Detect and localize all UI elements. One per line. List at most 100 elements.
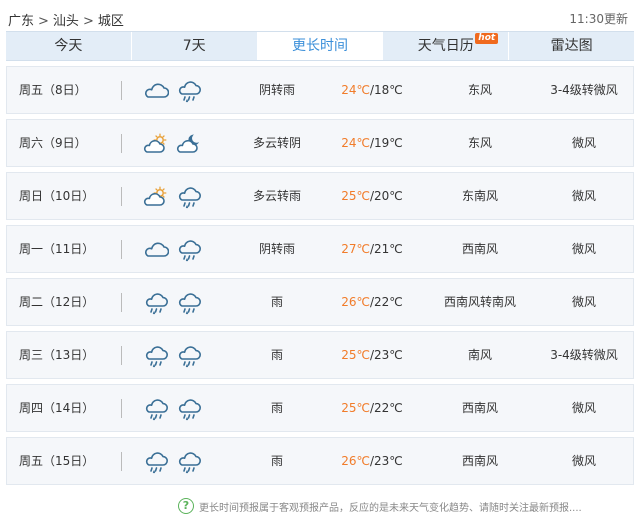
tab-label: 更长时间 [291, 38, 348, 54]
temp-low: 23℃ [374, 348, 403, 362]
wind-level: 微风 [571, 136, 596, 150]
temp-low: 23℃ [374, 454, 403, 468]
weather-icons [143, 396, 209, 422]
tab-0[interactable]: 今天 [6, 32, 132, 60]
wind-level: 3-4级转微风 [550, 83, 618, 97]
temp-low: 18℃ [374, 83, 403, 97]
day-label: 周日（10日） [19, 189, 95, 203]
wind-level: 微风 [571, 454, 596, 468]
day-label: 周五（8日） [19, 83, 87, 97]
tab-label: 今天 [54, 38, 83, 54]
rain-icon [178, 346, 201, 368]
weather-condition: 阴转雨 [258, 242, 295, 256]
row-divider [121, 240, 122, 259]
row-divider [121, 187, 122, 206]
breadcrumb-city[interactable]: 汕头 [53, 14, 79, 29]
tab-label: 雷达图 [550, 38, 593, 54]
weather-condition: 多云转阴 [252, 136, 301, 150]
rain-icon [145, 399, 168, 421]
temperature: 25℃/20℃ [329, 173, 415, 219]
weather-icons [143, 184, 209, 210]
row-divider [121, 452, 122, 471]
tab-label: 天气日历 [417, 38, 474, 54]
wind-direction: 东风 [467, 136, 492, 150]
forecast-row: 周五（8日） 阴转雨 24℃/18℃ 东风 3-4级转微风 [6, 66, 634, 114]
weather-condition: 雨 [270, 401, 283, 415]
top-bar: 广东 > 汕头 > 城区 11:30更新 [0, 0, 640, 30]
weather-icons [143, 343, 209, 369]
forecast-row: 周一（11日） 阴转雨 27℃/21℃ 西南风 微风 [6, 225, 634, 273]
row-divider [121, 81, 122, 100]
partly-cloudy-day-icon [143, 133, 167, 153]
day-label: 周五（15日） [19, 454, 95, 468]
breadcrumb-separator: > [38, 14, 49, 29]
temp-low: 22℃ [374, 401, 403, 415]
update-time: 11:30更新 [569, 12, 628, 26]
forecast-row: 周日（10日） 多云转雨 25℃/20℃ 东南风 微风 [6, 172, 634, 220]
breadcrumb: 广东 > 汕头 > 城区 [8, 10, 124, 29]
temp-low: 20℃ [374, 189, 403, 203]
rain-icon [145, 346, 168, 368]
temp-high: 27℃ [341, 242, 370, 256]
wind-level: 3-4级转微风 [550, 348, 618, 362]
temp-high: 26℃ [341, 454, 370, 468]
temp-high: 25℃ [341, 348, 370, 362]
help-icon[interactable]: ? [178, 498, 194, 514]
temperature: 26℃/23℃ [329, 438, 415, 484]
partly-cloudy-night-icon [176, 134, 199, 153]
wind-direction: 西南风转南风 [443, 295, 516, 309]
temperature: 25℃/22℃ [329, 385, 415, 431]
wind-direction: 南风 [467, 348, 492, 362]
wind-level: 微风 [571, 295, 596, 309]
temp-high: 25℃ [341, 189, 370, 203]
forecast-row: 周五（15日） 雨 26℃/23℃ 西南风 微风 [6, 437, 634, 485]
tab-2[interactable]: 更长时间 [257, 32, 384, 60]
breadcrumb-province[interactable]: 广东 [8, 14, 34, 29]
rain-icon [145, 452, 168, 474]
temp-high: 24℃ [341, 136, 370, 150]
row-divider [121, 346, 122, 365]
temperature: 26℃/22℃ [329, 279, 415, 325]
breadcrumb-district[interactable]: 城区 [98, 14, 124, 29]
forecast-tabs: 今天 7天 更长时间 天气日历 hot 雷达图 [6, 31, 634, 61]
weather-condition: 雨 [270, 295, 283, 309]
rain-icon [178, 240, 201, 262]
footer-note: ? 更长时间预报属于客观预报产品，反应的是未来天气变化趋势、请随时关注最新预报.… [178, 498, 582, 514]
rain-icon [178, 81, 201, 103]
temperature: 24℃/19℃ [329, 120, 415, 166]
breadcrumb-separator: > [82, 14, 94, 29]
day-label: 周四（14日） [19, 401, 95, 415]
row-divider [121, 293, 122, 312]
rain-icon [178, 293, 201, 315]
temp-low: 22℃ [374, 295, 403, 309]
footer-text: 更长时间预报属于客观预报产品，反应的是未来天气变化趋势、请随时关注最新预报...… [199, 502, 582, 514]
temperature: 25℃/23℃ [329, 332, 415, 378]
wind-direction: 东风 [467, 83, 492, 97]
wind-level: 微风 [571, 242, 596, 256]
rain-icon [178, 452, 201, 474]
forecast-row: 周六（9日） 多云转阴 24℃/19℃ 东风 微风 [6, 119, 634, 167]
day-label: 周一（11日） [19, 242, 95, 256]
day-label: 周二（12日） [19, 295, 95, 309]
cloud-icon [145, 242, 169, 257]
row-divider [121, 134, 122, 153]
forecast-row: 周三（13日） 雨 25℃/23℃ 南风 3-4级转微风 [6, 331, 634, 379]
temperature: 24℃/18℃ [329, 67, 415, 113]
tab-label: 7天 [182, 38, 206, 54]
wind-direction: 西南风 [461, 242, 498, 256]
temp-low: 21℃ [374, 242, 403, 256]
tab-3[interactable]: 天气日历 hot [383, 32, 510, 60]
weather-icons [143, 449, 209, 475]
forecast-row: 周四（14日） 雨 25℃/22℃ 西南风 微风 [6, 384, 634, 432]
temp-low: 19℃ [374, 136, 403, 150]
tab-1[interactable]: 7天 [132, 32, 258, 60]
partly-cloudy-day-icon [143, 186, 167, 206]
weather-icons [143, 290, 209, 316]
weather-icons [143, 237, 209, 263]
temp-high: 26℃ [341, 295, 370, 309]
weather-condition: 多云转雨 [252, 189, 301, 203]
hot-badge: hot [475, 33, 499, 44]
weather-condition: 雨 [270, 348, 283, 362]
tab-4[interactable]: 雷达图 [509, 32, 634, 60]
forecast-row: 周二（12日） 雨 26℃/22℃ 西南风转南风 微风 [6, 278, 634, 326]
